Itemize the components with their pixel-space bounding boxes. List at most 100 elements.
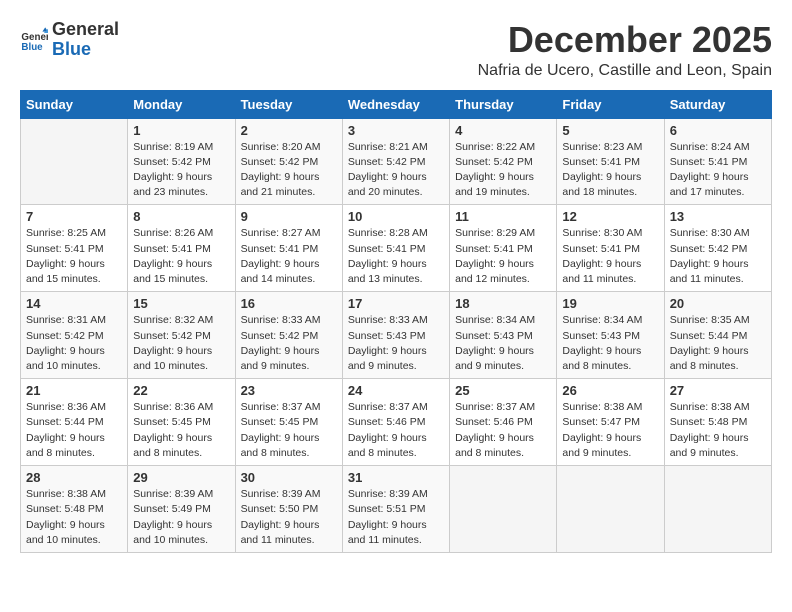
day-number: 21 [26, 383, 122, 398]
calendar-cell: 15Sunrise: 8:32 AM Sunset: 5:42 PM Dayli… [128, 292, 235, 379]
day-number: 12 [562, 209, 658, 224]
day-info: Sunrise: 8:28 AM Sunset: 5:41 PM Dayligh… [348, 226, 444, 287]
calendar-week-1: 1 Sunrise: 8:19 AM Sunset: 5:42 PM Daylig… [21, 118, 772, 205]
day-info: Sunrise: 8:19 AM Sunset: 5:42 PM Dayligh… [133, 140, 229, 201]
calendar-cell: 17Sunrise: 8:33 AM Sunset: 5:43 PM Dayli… [342, 292, 449, 379]
day-info: Sunrise: 8:33 AM Sunset: 5:42 PM Dayligh… [241, 313, 337, 374]
day-number: 26 [562, 383, 658, 398]
calendar-cell: 3 Sunrise: 8:21 AM Sunset: 5:42 PM Daylig… [342, 118, 449, 205]
day-info: Sunrise: 8:30 AM Sunset: 5:41 PM Dayligh… [562, 226, 658, 287]
day-info: Sunrise: 8:26 AM Sunset: 5:41 PM Dayligh… [133, 226, 229, 287]
calendar-week-3: 14Sunrise: 8:31 AM Sunset: 5:42 PM Dayli… [21, 292, 772, 379]
calendar-cell: 21 Sunrise: 8:36 AM Sunset: 5:44 PM Dayli… [21, 379, 128, 466]
calendar-cell [557, 466, 664, 553]
day-info: Sunrise: 8:35 AM Sunset: 5:44 PM Dayligh… [670, 313, 766, 374]
day-number: 18 [455, 296, 551, 311]
day-number: 24 [348, 383, 444, 398]
day-info: Sunrise: 8:30 AM Sunset: 5:42 PM Dayligh… [670, 226, 766, 287]
day-number: 22 [133, 383, 229, 398]
header-day-tuesday: Tuesday [235, 90, 342, 118]
day-info: Sunrise: 8:38 AM Sunset: 5:48 PM Dayligh… [670, 400, 766, 461]
day-number: 13 [670, 209, 766, 224]
day-number: 14 [26, 296, 122, 311]
calendar-cell: 11 Sunrise: 8:29 AM Sunset: 5:41 PM Dayli… [450, 205, 557, 292]
calendar-cell: 24 Sunrise: 8:37 AM Sunset: 5:46 PM Dayli… [342, 379, 449, 466]
day-number: 29 [133, 470, 229, 485]
calendar-cell: 22 Sunrise: 8:36 AM Sunset: 5:45 PM Dayli… [128, 379, 235, 466]
calendar-cell: 29 Sunrise: 8:39 AM Sunset: 5:49 PM Dayli… [128, 466, 235, 553]
calendar-cell: 2 Sunrise: 8:20 AM Sunset: 5:42 PM Daylig… [235, 118, 342, 205]
day-number: 20 [670, 296, 766, 311]
day-number: 4 [455, 123, 551, 138]
title-area: December 2025 Nafria de Ucero, Castille … [478, 20, 772, 80]
calendar-week-5: 28 Sunrise: 8:38 AM Sunset: 5:48 PM Dayli… [21, 466, 772, 553]
day-info: Sunrise: 8:21 AM Sunset: 5:42 PM Dayligh… [348, 140, 444, 201]
day-info: Sunrise: 8:23 AM Sunset: 5:41 PM Dayligh… [562, 140, 658, 201]
day-number: 5 [562, 123, 658, 138]
day-number: 1 [133, 123, 229, 138]
day-number: 2 [241, 123, 337, 138]
day-number: 25 [455, 383, 551, 398]
calendar-cell: 12 Sunrise: 8:30 AM Sunset: 5:41 PM Dayli… [557, 205, 664, 292]
calendar-cell [450, 466, 557, 553]
calendar-header-row: SundayMondayTuesdayWednesdayThursdayFrid… [21, 90, 772, 118]
day-info: Sunrise: 8:34 AM Sunset: 5:43 PM Dayligh… [562, 313, 658, 374]
month-title: December 2025 [478, 20, 772, 60]
calendar-cell: 20 Sunrise: 8:35 AM Sunset: 5:44 PM Dayli… [664, 292, 771, 379]
calendar-cell: 23Sunrise: 8:37 AM Sunset: 5:45 PM Dayli… [235, 379, 342, 466]
logo-general-text: General [52, 20, 119, 40]
day-info: Sunrise: 8:37 AM Sunset: 5:46 PM Dayligh… [348, 400, 444, 461]
day-info: Sunrise: 8:24 AM Sunset: 5:41 PM Dayligh… [670, 140, 766, 201]
header-day-friday: Friday [557, 90, 664, 118]
day-info: Sunrise: 8:37 AM Sunset: 5:46 PM Dayligh… [455, 400, 551, 461]
day-info: Sunrise: 8:34 AM Sunset: 5:43 PM Dayligh… [455, 313, 551, 374]
day-number: 16 [241, 296, 337, 311]
day-info: Sunrise: 8:25 AM Sunset: 5:41 PM Dayligh… [26, 226, 122, 287]
day-number: 17 [348, 296, 444, 311]
day-number: 8 [133, 209, 229, 224]
header-day-saturday: Saturday [664, 90, 771, 118]
day-number: 3 [348, 123, 444, 138]
day-number: 30 [241, 470, 337, 485]
day-number: 11 [455, 209, 551, 224]
calendar-cell: 16 Sunrise: 8:33 AM Sunset: 5:42 PM Dayli… [235, 292, 342, 379]
calendar-cell: 10Sunrise: 8:28 AM Sunset: 5:41 PM Dayli… [342, 205, 449, 292]
day-number: 7 [26, 209, 122, 224]
calendar-table: SundayMondayTuesdayWednesdayThursdayFrid… [20, 90, 772, 553]
day-info: Sunrise: 8:36 AM Sunset: 5:45 PM Dayligh… [133, 400, 229, 461]
day-info: Sunrise: 8:39 AM Sunset: 5:51 PM Dayligh… [348, 487, 444, 548]
header-day-sunday: Sunday [21, 90, 128, 118]
calendar-cell: 7 Sunrise: 8:25 AM Sunset: 5:41 PM Daylig… [21, 205, 128, 292]
day-info: Sunrise: 8:20 AM Sunset: 5:42 PM Dayligh… [241, 140, 337, 201]
calendar-cell: 30Sunrise: 8:39 AM Sunset: 5:50 PM Dayli… [235, 466, 342, 553]
calendar-cell [664, 466, 771, 553]
calendar-cell: 25 Sunrise: 8:37 AM Sunset: 5:46 PM Dayli… [450, 379, 557, 466]
calendar-cell: 4 Sunrise: 8:22 AM Sunset: 5:42 PM Daylig… [450, 118, 557, 205]
location-title: Nafria de Ucero, Castille and Leon, Spai… [478, 62, 772, 80]
calendar-cell: 19Sunrise: 8:34 AM Sunset: 5:43 PM Dayli… [557, 292, 664, 379]
day-number: 9 [241, 209, 337, 224]
calendar-cell: 28 Sunrise: 8:38 AM Sunset: 5:48 PM Dayli… [21, 466, 128, 553]
calendar-cell: 9 Sunrise: 8:27 AM Sunset: 5:41 PM Daylig… [235, 205, 342, 292]
day-number: 31 [348, 470, 444, 485]
header: General Blue General Blue December 2025 … [20, 20, 772, 80]
header-day-wednesday: Wednesday [342, 90, 449, 118]
day-number: 28 [26, 470, 122, 485]
day-info: Sunrise: 8:22 AM Sunset: 5:42 PM Dayligh… [455, 140, 551, 201]
calendar-body: 1 Sunrise: 8:19 AM Sunset: 5:42 PM Daylig… [21, 118, 772, 552]
calendar-week-2: 7 Sunrise: 8:25 AM Sunset: 5:41 PM Daylig… [21, 205, 772, 292]
day-info: Sunrise: 8:32 AM Sunset: 5:42 PM Dayligh… [133, 313, 229, 374]
logo-icon: General Blue [20, 26, 48, 54]
day-info: Sunrise: 8:38 AM Sunset: 5:48 PM Dayligh… [26, 487, 122, 548]
logo-blue-text: Blue [52, 40, 119, 60]
calendar-cell: 1 Sunrise: 8:19 AM Sunset: 5:42 PM Daylig… [128, 118, 235, 205]
day-info: Sunrise: 8:29 AM Sunset: 5:41 PM Dayligh… [455, 226, 551, 287]
day-info: Sunrise: 8:38 AM Sunset: 5:47 PM Dayligh… [562, 400, 658, 461]
calendar-cell: 13 Sunrise: 8:30 AM Sunset: 5:42 PM Dayli… [664, 205, 771, 292]
day-info: Sunrise: 8:27 AM Sunset: 5:41 PM Dayligh… [241, 226, 337, 287]
calendar-cell: 6Sunrise: 8:24 AM Sunset: 5:41 PM Daylig… [664, 118, 771, 205]
header-day-monday: Monday [128, 90, 235, 118]
day-info: Sunrise: 8:36 AM Sunset: 5:44 PM Dayligh… [26, 400, 122, 461]
day-info: Sunrise: 8:39 AM Sunset: 5:49 PM Dayligh… [133, 487, 229, 548]
day-number: 27 [670, 383, 766, 398]
